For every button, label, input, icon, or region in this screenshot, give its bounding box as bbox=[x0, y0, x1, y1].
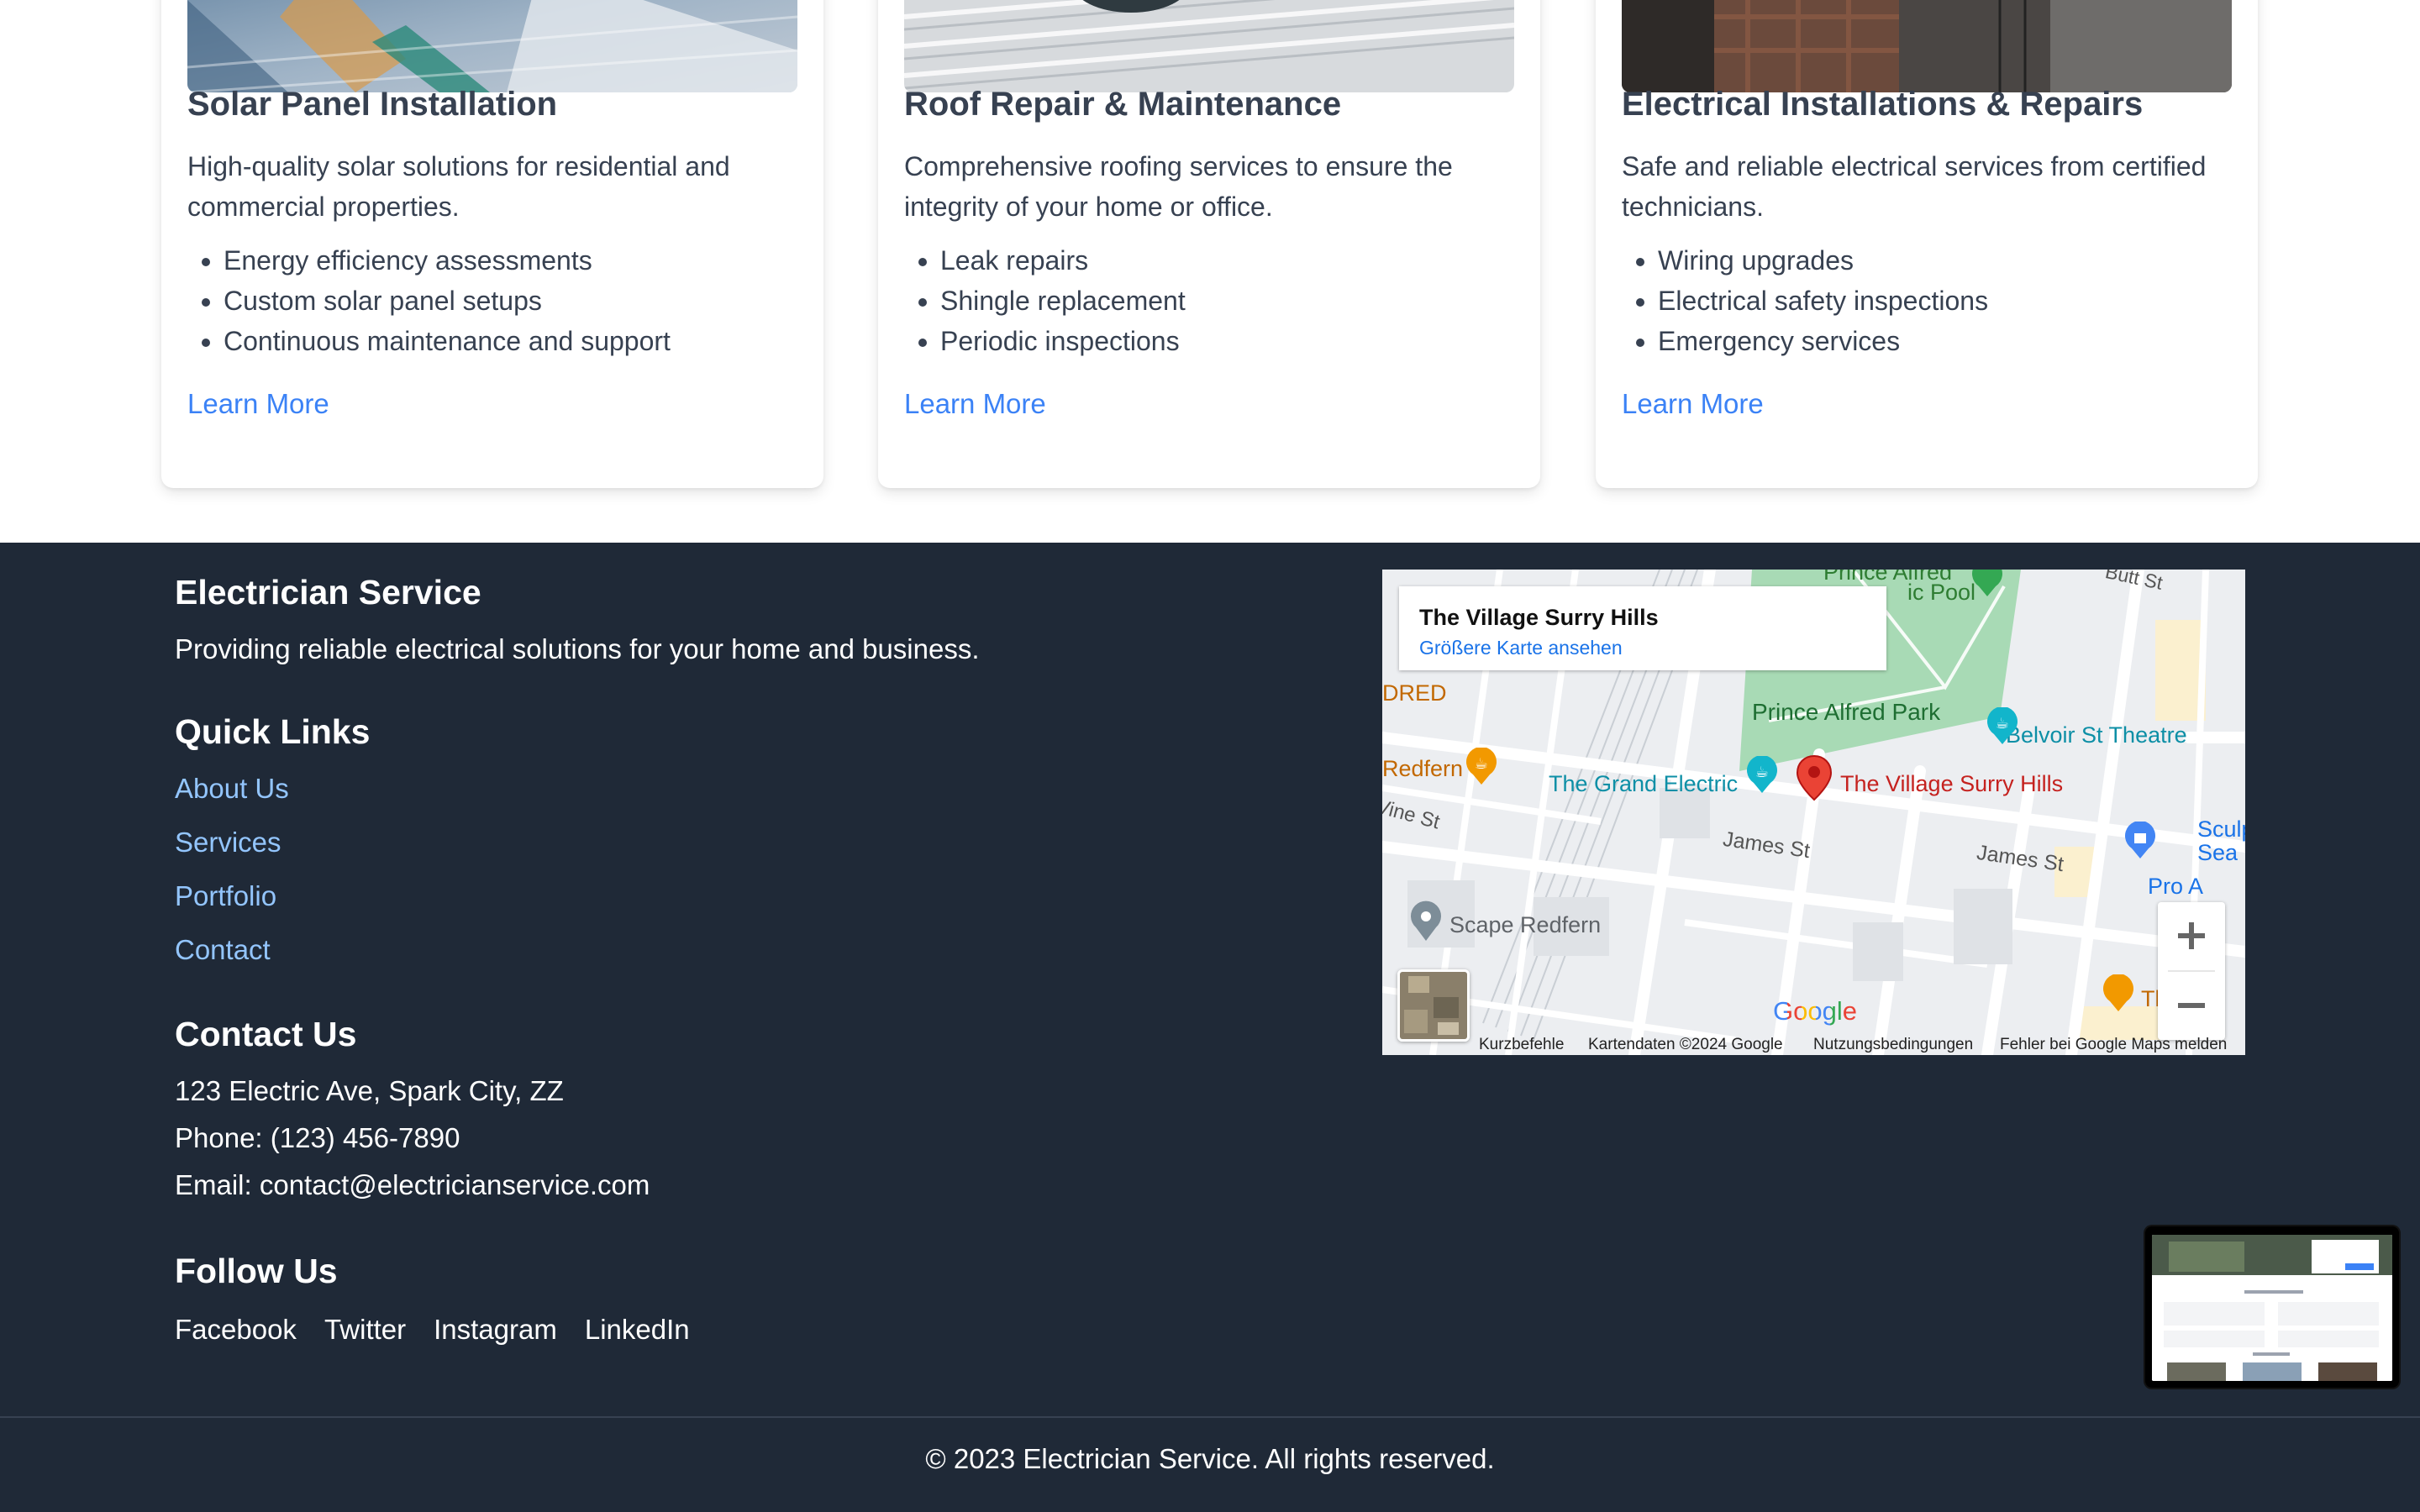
service-feature-list: Wiring upgrades Electrical safety inspec… bbox=[1622, 240, 1988, 361]
zoom-out-button[interactable] bbox=[2158, 972, 2225, 1039]
service-feature-list: Leak repairs Shingle replacement Periodi… bbox=[904, 240, 1186, 361]
map-label-scape: Scape Redfern bbox=[1449, 912, 1602, 937]
minus-icon bbox=[2178, 1003, 2205, 1008]
service-feature: Periodic inspections bbox=[940, 321, 1186, 361]
solar-panel-image bbox=[187, 0, 797, 92]
copyright-text: © 2023 Electrician Service. All rights r… bbox=[925, 1443, 1495, 1474]
preview-screen bbox=[2152, 1235, 2392, 1381]
map-pin-icon[interactable] bbox=[1796, 754, 1833, 801]
zoom-in-button[interactable] bbox=[2158, 902, 2225, 969]
map-label-redfern: Redfern bbox=[1382, 756, 1464, 781]
cafe-poi-icon-2 bbox=[2103, 974, 2133, 1011]
keyboard-shortcuts-link[interactable]: Kurzbefehle bbox=[1479, 1036, 1564, 1054]
satellite-thumbnail-icon bbox=[1400, 972, 1467, 1039]
service-feature: Continuous maintenance and support bbox=[224, 321, 671, 361]
footer-brand: Electrician Service bbox=[175, 573, 481, 612]
google-map-embed[interactable]: Prince Alfred ic Pool Prince Alfred Park… bbox=[1382, 570, 2245, 1055]
learn-more-link[interactable]: Learn More bbox=[1622, 388, 1764, 420]
map-label-dred: DRED bbox=[1382, 680, 1447, 706]
social-link-instagram[interactable]: Instagram bbox=[434, 1314, 557, 1346]
site-footer: Electrician Service Providing reliable e… bbox=[0, 543, 2420, 1512]
preview-page-graphic bbox=[2152, 1235, 2392, 1381]
map-place-card: The Village Surry Hills Größere Karte an… bbox=[1399, 586, 1886, 670]
svg-text:☕: ☕ bbox=[1475, 755, 1488, 773]
map-data-credit: Kartendaten ©2024 Google bbox=[1588, 1036, 1783, 1053]
electrician-image bbox=[1622, 0, 2232, 92]
place-poi-icon bbox=[1411, 900, 1441, 941]
social-link-facebook[interactable]: Facebook bbox=[175, 1314, 297, 1346]
service-feature: Custom solar panel setups bbox=[224, 281, 671, 321]
service-description: Comprehensive roofing services to ensure… bbox=[904, 151, 1453, 222]
map-place-title: The Village Surry Hills bbox=[1419, 605, 1659, 630]
shop-poi-icon bbox=[2125, 822, 2155, 858]
service-feature: Wiring upgrades bbox=[1658, 240, 1988, 281]
terms-link[interactable]: Nutzungsbedingungen bbox=[1813, 1036, 1973, 1054]
footer-tagline: Providing reliable electrical solutions … bbox=[175, 633, 980, 664]
contact-heading: Contact Us bbox=[175, 1015, 357, 1053]
contact-phone: Phone: (123) 456-7890 bbox=[175, 1122, 460, 1153]
plus-icon bbox=[2178, 922, 2205, 949]
service-feature: Shingle replacement bbox=[940, 281, 1186, 321]
map-attribution-bar: Kurzbefehle Kartendaten ©2024 Google Nut… bbox=[1382, 1034, 2245, 1055]
bar-poi-icon: ☕ bbox=[1747, 756, 1777, 793]
service-description: High-quality solar solutions for residen… bbox=[187, 151, 730, 222]
footer-link-about[interactable]: About Us bbox=[175, 773, 289, 805]
footer-divider bbox=[0, 1416, 2420, 1418]
map-label-sculpt: Sculpt bbox=[2197, 816, 2245, 842]
social-link-twitter[interactable]: Twitter bbox=[324, 1314, 406, 1346]
services-section: Solar Panel Installation High-quality so… bbox=[0, 0, 2420, 543]
svg-text:☕: ☕ bbox=[1996, 715, 2009, 732]
map-label-village: The Village Surry Hills bbox=[1840, 771, 2064, 796]
map-label-sea: Sea Inc bbox=[2197, 840, 2245, 865]
roof-repair-image bbox=[904, 0, 1514, 92]
theatre-poi-icon: ☕ bbox=[1987, 707, 2018, 744]
svg-text:☕: ☕ bbox=[1755, 764, 1769, 781]
service-title: Electrical Installations & Repairs bbox=[1622, 86, 2144, 123]
service-card-roof: Roof Repair & Maintenance Comprehensive … bbox=[878, 0, 1540, 488]
quick-links-heading: Quick Links bbox=[175, 712, 371, 751]
service-feature: Emergency services bbox=[1658, 321, 1988, 361]
service-card-solar: Solar Panel Installation High-quality so… bbox=[161, 0, 823, 488]
map-label-pro: Pro A bbox=[2148, 874, 2204, 899]
google-logo-text: Google bbox=[1773, 996, 1857, 1026]
service-feature-list: Energy efficiency assessments Custom sol… bbox=[187, 240, 671, 361]
learn-more-link[interactable]: Learn More bbox=[187, 388, 329, 420]
satellite-layer-toggle[interactable] bbox=[1397, 969, 1470, 1042]
learn-more-link[interactable]: Learn More bbox=[904, 388, 1046, 420]
follow-heading: Follow Us bbox=[175, 1252, 338, 1290]
social-link-linkedin[interactable]: LinkedIn bbox=[585, 1314, 690, 1346]
service-title: Roof Repair & Maintenance bbox=[904, 86, 1342, 123]
service-title: Solar Panel Installation bbox=[187, 86, 558, 123]
map-label-park: Prince Alfred Park bbox=[1752, 699, 1941, 725]
map-zoom-controls bbox=[2158, 902, 2225, 1040]
page-preview-thumbnail[interactable] bbox=[2145, 1226, 2399, 1388]
cafe-poi-icon: ☕ bbox=[1466, 748, 1497, 785]
service-feature: Energy efficiency assessments bbox=[224, 240, 671, 281]
service-description: Safe and reliable electrical services fr… bbox=[1622, 151, 2207, 222]
contact-address: 123 Electric Ave, Spark City, ZZ bbox=[175, 1075, 564, 1106]
map-label-pool-2: ic Pool bbox=[1907, 580, 1976, 605]
service-card-electrical: Electrical Installations & Repairs Safe … bbox=[1596, 0, 2258, 488]
footer-link-portfolio[interactable]: Portfolio bbox=[175, 880, 276, 912]
service-feature: Leak repairs bbox=[940, 240, 1186, 281]
larger-map-link[interactable]: Größere Karte ansehen bbox=[1419, 637, 1623, 659]
footer-link-contact[interactable]: Contact bbox=[175, 934, 271, 966]
map-label-grand-electric: The Grand Electric bbox=[1549, 771, 1739, 796]
service-feature: Electrical safety inspections bbox=[1658, 281, 1988, 321]
contact-email: Email: contact@electricianservice.com bbox=[175, 1169, 650, 1200]
social-links: Facebook Twitter Instagram LinkedIn bbox=[175, 1314, 690, 1346]
google-logo: Google bbox=[1773, 996, 1857, 1026]
footer-link-services[interactable]: Services bbox=[175, 827, 281, 858]
map-label-theatre: Belvoir St Theatre bbox=[2006, 722, 2187, 748]
pool-poi-icon bbox=[1972, 570, 2002, 596]
report-error-link[interactable]: Fehler bei Google Maps melden bbox=[2000, 1036, 2227, 1054]
